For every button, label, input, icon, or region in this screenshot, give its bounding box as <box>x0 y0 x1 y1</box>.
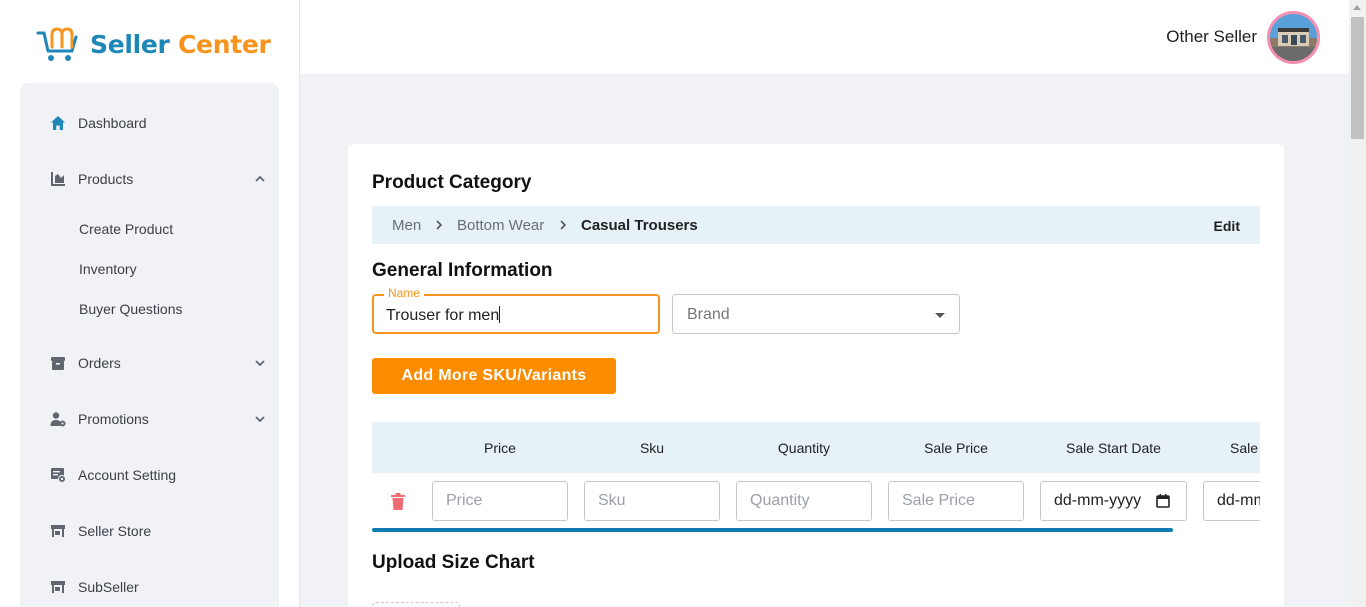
store-icon <box>50 579 66 595</box>
user-name[interactable]: Other Seller <box>1166 27 1257 47</box>
variants-table: Price Sku Quantity Sale Price Sale Start… <box>372 422 1260 532</box>
sidebar-item-subseller[interactable]: SubSeller <box>20 567 279 607</box>
product-name-value: Trouser for men <box>386 306 501 325</box>
chevron-down-icon <box>255 360 265 367</box>
sidebar-item-label: Orders <box>78 355 121 371</box>
user-avatar[interactable] <box>1267 11 1320 64</box>
sidebar-item-label: Seller Store <box>78 523 152 539</box>
store-icon <box>50 523 66 539</box>
product-name-field[interactable]: Name Trouser for men <box>372 286 660 334</box>
chevron-right-icon <box>436 220 443 230</box>
variants-table-header: Price Sku Quantity Sale Price Sale Start… <box>372 422 1260 473</box>
brand-select[interactable]: Brand <box>672 294 960 334</box>
logo-seller-text: Seller <box>90 29 170 59</box>
brand-placeholder: Brand <box>687 306 730 323</box>
page-scrollbar[interactable] <box>1349 0 1366 607</box>
left-panel: Seller Center Dashboard Products Create … <box>0 0 300 607</box>
sku-placeholder: Sku <box>598 492 626 509</box>
orders-icon <box>50 355 66 371</box>
product-form-card: Product Category Men Bottom Wear Casual … <box>348 144 1284 607</box>
chevron-right-icon <box>560 220 567 230</box>
seller-center-logo[interactable]: Seller Center <box>36 24 271 64</box>
promotions-icon <box>50 411 66 427</box>
scrollbar-thumb[interactable] <box>1351 17 1364 139</box>
sidebar-item-orders[interactable]: Orders <box>20 343 279 383</box>
breadcrumb-item[interactable]: Men <box>392 217 421 234</box>
sidebar-item-label: Promotions <box>78 411 149 427</box>
price-input[interactable]: Price <box>432 481 568 521</box>
sidebar-item-label: SubSeller <box>78 579 139 595</box>
logo-text: Seller Center <box>90 30 271 59</box>
quantity-placeholder: Quantity <box>750 492 810 509</box>
dropdown-arrow-icon <box>935 313 945 318</box>
sidebar-item-promotions[interactable]: Promotions <box>20 399 279 439</box>
column-header-sale-start-date: Sale Start Date <box>1066 440 1161 456</box>
sidebar-subitem-buyer-questions[interactable]: Buyer Questions <box>79 301 183 317</box>
sidebar-item-label: Account Setting <box>78 467 177 483</box>
edit-category-button[interactable]: Edit <box>1214 218 1240 234</box>
sidebar-item-dashboard[interactable]: Dashboard <box>20 103 279 143</box>
column-header-sale-end-date: Sale <box>1230 440 1259 456</box>
column-header-price: Price <box>484 440 516 456</box>
quantity-input[interactable]: Quantity <box>736 481 872 521</box>
top-header: Other Seller <box>300 0 1349 74</box>
chevron-up-icon <box>255 175 265 182</box>
sidebar-nav: Dashboard Products Create Product Invent… <box>20 83 279 607</box>
sale-price-input[interactable]: Sale Price <box>888 481 1024 521</box>
sale-price-placeholder: Sale Price <box>902 492 975 509</box>
table-horizontal-scrollbar[interactable] <box>372 528 1173 532</box>
account-setting-icon <box>50 467 66 483</box>
logo-center-text: Center <box>178 29 271 59</box>
cart-logo-icon <box>36 27 78 61</box>
sidebar-item-label: Products <box>78 171 134 187</box>
column-header-quantity: Quantity <box>777 440 831 456</box>
home-icon <box>50 115 66 131</box>
breadcrumb-current: Casual Trousers <box>581 217 698 234</box>
sale-end-date-placeholder: dd-mm <box>1217 492 1260 509</box>
product-category-title: Product Category <box>372 172 532 193</box>
sidebar-item-label: Dashboard <box>78 115 147 131</box>
sidebar-subitem-create-product[interactable]: Create Product <box>79 221 173 237</box>
size-chart-upload-dropzone[interactable] <box>372 602 460 607</box>
scroll-up-arrow-icon[interactable] <box>1353 5 1361 10</box>
breadcrumb-item[interactable]: Bottom Wear <box>457 217 544 234</box>
sale-start-date-input[interactable]: dd-mm-yyyy <box>1040 481 1187 521</box>
calendar-icon[interactable] <box>1156 494 1170 508</box>
storefront-photo-icon <box>1270 14 1317 61</box>
sale-end-date-input[interactable]: dd-mm <box>1203 481 1260 521</box>
sidebar-item-account-setting[interactable]: Account Setting <box>20 455 279 495</box>
sale-start-date-placeholder: dd-mm-yyyy <box>1054 492 1142 509</box>
general-information-title: General Information <box>372 260 553 281</box>
sidebar-item-seller-store[interactable]: Seller Store <box>20 511 279 551</box>
sku-input[interactable]: Sku <box>584 481 720 521</box>
text-caret <box>499 306 501 323</box>
add-sku-variants-button[interactable]: Add More SKU/Variants <box>372 358 616 394</box>
product-name-text: Trouser for men <box>386 307 500 324</box>
delete-row-icon[interactable] <box>390 493 406 511</box>
price-placeholder: Price <box>446 492 483 509</box>
column-header-sale-price: Sale Price <box>924 440 988 456</box>
sidebar-item-products[interactable]: Products <box>20 159 279 199</box>
products-icon <box>50 171 66 187</box>
column-header-sku: Sku <box>639 440 665 456</box>
upload-size-chart-title: Upload Size Chart <box>372 552 535 573</box>
sidebar-subitem-inventory[interactable]: Inventory <box>79 261 137 277</box>
product-name-label: Name <box>384 286 425 300</box>
category-breadcrumb: Men Bottom Wear Casual Trousers Edit <box>372 206 1260 244</box>
chevron-down-icon <box>255 416 265 423</box>
